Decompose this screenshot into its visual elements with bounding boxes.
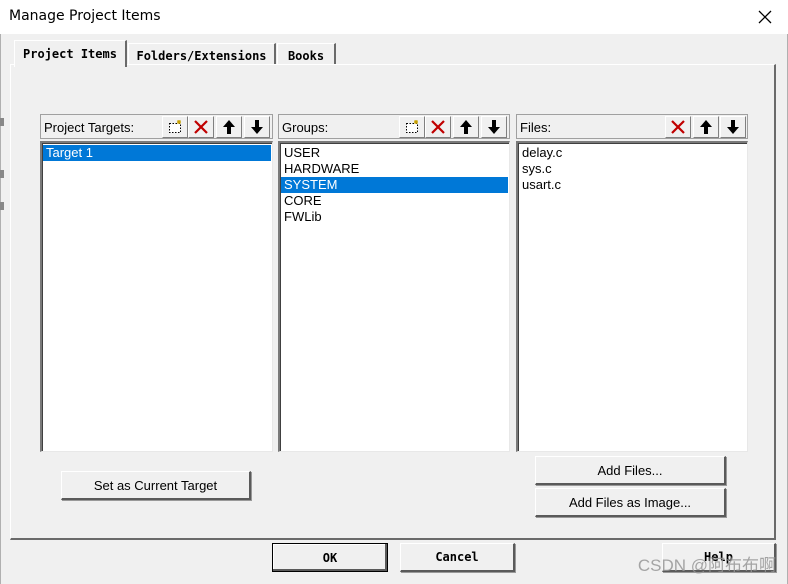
delete-file-button[interactable] (665, 116, 691, 138)
group-item[interactable]: SYSTEM (281, 177, 508, 193)
file-item[interactable]: usart.c (519, 177, 746, 193)
target-item[interactable]: Target 1 (43, 145, 271, 161)
cancel-button[interactable]: Cancel (400, 543, 515, 572)
delete-target-button[interactable] (188, 116, 214, 138)
delete-icon (431, 120, 445, 134)
move-up-icon (223, 120, 235, 134)
file-item[interactable]: delay.c (519, 145, 746, 161)
background-fragment (0, 170, 4, 178)
move-up-icon (700, 120, 712, 134)
new-item-icon (169, 120, 181, 133)
group-item[interactable]: USER (281, 145, 508, 161)
groups-label: Groups: (282, 120, 329, 135)
title-bar: Manage Project Items (0, 0, 788, 34)
background-fragment (0, 118, 4, 126)
move-target-down-button[interactable] (244, 116, 270, 138)
help-button[interactable]: Help (662, 543, 776, 572)
groups-header: Groups: (278, 114, 510, 139)
group-item[interactable]: HARDWARE (281, 161, 508, 177)
new-target-button[interactable] (162, 116, 188, 138)
group-item[interactable]: CORE (281, 193, 508, 209)
delete-icon (194, 120, 208, 134)
close-button[interactable] (742, 0, 788, 34)
file-item[interactable]: sys.c (519, 161, 746, 177)
ok-button[interactable]: OK (272, 543, 388, 572)
move-down-icon (488, 120, 500, 134)
new-group-button[interactable] (399, 116, 425, 138)
files-label: Files: (520, 120, 552, 135)
move-target-up-button[interactable] (216, 116, 242, 138)
tab-project-items[interactable]: Project Items (14, 40, 127, 67)
files-header: Files: (516, 114, 748, 139)
background-fragment (0, 202, 4, 210)
targets-list[interactable]: Target 1 (40, 141, 273, 452)
window-title: Manage Project Items (9, 8, 161, 24)
move-group-down-button[interactable] (481, 116, 507, 138)
files-list[interactable]: delay.c sys.c usart.c (516, 141, 748, 452)
move-group-up-button[interactable] (453, 116, 479, 138)
delete-group-button[interactable] (425, 116, 451, 138)
move-down-icon (251, 120, 263, 134)
move-up-icon (460, 120, 472, 134)
new-item-icon (406, 120, 418, 133)
move-file-down-button[interactable] (720, 116, 746, 138)
groups-list[interactable]: USER HARDWARE SYSTEM CORE FWLib (278, 141, 510, 452)
targets-label: Project Targets: (44, 120, 135, 135)
set-current-target-button[interactable]: Set as Current Target (61, 471, 251, 500)
window-border-left (0, 34, 1, 584)
close-icon (758, 10, 772, 24)
move-down-icon (727, 120, 739, 134)
add-files-as-image-button[interactable]: Add Files as Image... (535, 488, 726, 517)
targets-header: Project Targets: (40, 114, 273, 139)
delete-icon (671, 120, 685, 134)
add-files-button[interactable]: Add Files... (535, 456, 726, 485)
group-item[interactable]: FWLib (281, 209, 508, 225)
move-file-up-button[interactable] (693, 116, 719, 138)
